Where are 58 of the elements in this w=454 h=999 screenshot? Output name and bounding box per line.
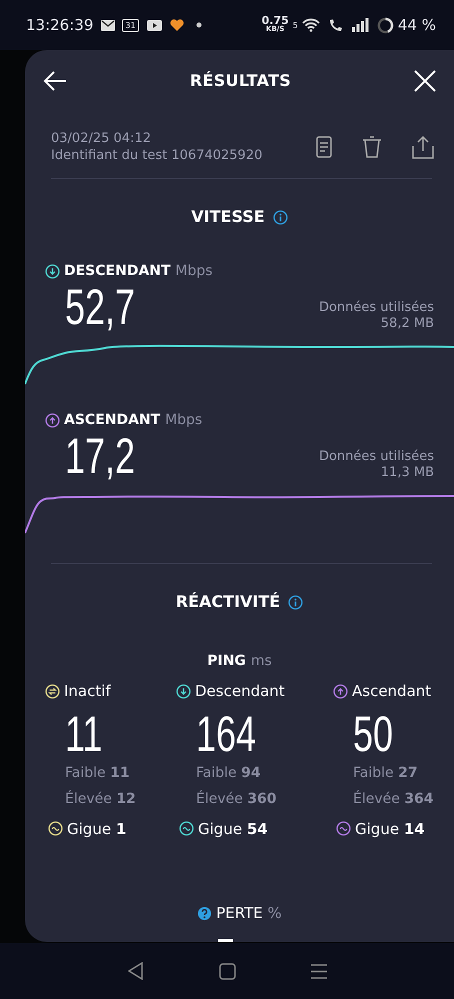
jitter-icon [336, 821, 351, 836]
dot-icon [196, 22, 202, 28]
drag-handle[interactable] [218, 939, 233, 942]
data-used-label: Données utilisées [318, 449, 434, 465]
speed-value: 17,2 [65, 431, 136, 481]
close-icon[interactable] [414, 70, 436, 92]
wifi-icon [302, 18, 320, 32]
mail-icon [101, 20, 116, 30]
battery-level: 44 % [398, 14, 436, 36]
section-title: VITESSE [191, 206, 265, 228]
ping-value: 50 [353, 708, 394, 758]
video-icon [146, 20, 162, 30]
call-icon [328, 18, 344, 32]
clock: 13:26:39 [26, 14, 94, 36]
screen-title: RÉSULTATS [190, 70, 292, 92]
ping-label: PING ms [207, 653, 272, 669]
test-id: Identifiant du test 10674025920 [51, 147, 262, 164]
ping-type-label: Inactif [64, 681, 111, 702]
document-icon[interactable] [316, 136, 332, 158]
network-speed: 0.75 [262, 16, 289, 25]
data-used-label: Données utilisées [318, 300, 434, 316]
ping-high: Élevée 12 [65, 789, 137, 808]
menu-icon[interactable] [310, 964, 326, 978]
help-icon[interactable] [197, 906, 212, 921]
ping-high: Élevée 364 [353, 789, 435, 808]
ping-type-label: Ascendant [352, 681, 432, 702]
jitter-icon [179, 821, 194, 836]
info-icon[interactable] [272, 210, 288, 224]
data-used-value: 11,3 MB [380, 465, 434, 481]
ping-low: Faible 11 [65, 764, 131, 782]
ping-low: Faible 27 [353, 764, 419, 782]
ping-value: 11 [65, 708, 102, 758]
trash-icon[interactable] [362, 136, 382, 158]
ping-value: 164 [196, 708, 256, 758]
wifi-band-label: 5 [292, 20, 298, 32]
metric-label: DESCENDANT Mbps [64, 262, 213, 281]
speed-value: 52,7 [65, 282, 136, 332]
signal-icon [352, 18, 369, 32]
heart-icon [170, 18, 184, 32]
ping-high: Élevée 360 [196, 789, 278, 808]
ping-type-label: Descendant [195, 681, 285, 702]
section-title: RÉACTIVITÉ [176, 591, 280, 613]
home-icon[interactable] [218, 962, 236, 980]
jitter-icon [48, 821, 63, 836]
jitter: Gigue 54 [198, 818, 268, 840]
calendar-icon: 31 [122, 18, 139, 32]
test-date: 03/02/25 04:12 [51, 130, 152, 147]
jitter: Gigue 1 [67, 818, 126, 840]
share-icon[interactable] [412, 135, 434, 159]
back-icon[interactable] [43, 71, 67, 91]
back-nav-icon[interactable] [128, 962, 144, 980]
metric-label: ASCENDANT Mbps [64, 411, 202, 430]
info-icon[interactable] [288, 594, 304, 610]
battery-icon [376, 16, 394, 34]
loss-label: PERTE % [216, 903, 282, 924]
ping-low: Faible 94 [196, 764, 262, 782]
data-used-value: 58,2 MB [380, 316, 434, 332]
jitter: Gigue 14 [355, 818, 425, 840]
